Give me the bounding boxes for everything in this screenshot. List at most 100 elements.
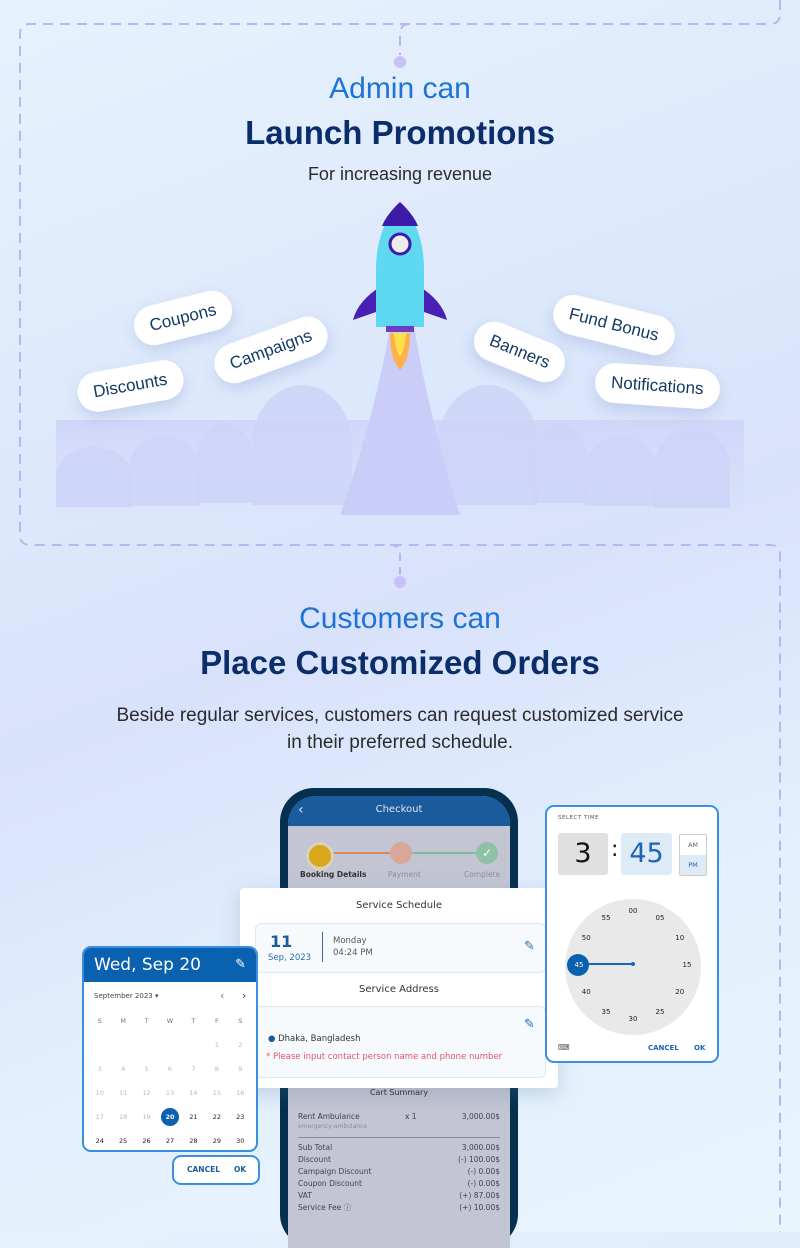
minute-mark[interactable]: 30 [629, 1015, 638, 1023]
empty-cell [111, 1036, 134, 1054]
day-cell[interactable]: 25 [111, 1132, 134, 1150]
minute-mark[interactable]: 35 [602, 1008, 611, 1016]
day-cell[interactable]: 16 [229, 1084, 252, 1102]
minute-mark[interactable]: 20 [675, 988, 684, 996]
day-cell[interactable]: 23 [229, 1108, 252, 1126]
checkout-title: Checkout [375, 804, 423, 815]
summary-value: (-) 100.00$ [458, 1155, 500, 1164]
step-booking-details: Booking Details [300, 870, 367, 879]
schedule-box[interactable]: 11 Sep, 2023 Monday 04:24 PM ✎ [255, 923, 546, 973]
date-picker: Wed, Sep 20 ✎ September 2023 ▾ ‹ › S M T W T… [82, 946, 258, 1152]
day-cell[interactable]: 17 [88, 1108, 111, 1126]
date-cancel-button[interactable]: CANCEL [187, 1165, 220, 1174]
summary-value: (-) 0.00$ [467, 1179, 500, 1188]
day-cell[interactable]: 29 [205, 1132, 228, 1150]
day-cell[interactable]: 3 [88, 1060, 111, 1078]
day-cell[interactable]: 28 [182, 1132, 205, 1150]
weekday-label: T [191, 1017, 196, 1025]
pm-toggle[interactable]: PM [680, 855, 706, 875]
day-cell[interactable]: 27 [158, 1132, 181, 1150]
day-cell[interactable]: 30 [229, 1132, 252, 1150]
time-picker: SELECT TIME 3 : 45 AM PM 00 05 10 15 20 25 30 3… [545, 805, 719, 1063]
day-cell[interactable]: 21 [182, 1108, 205, 1126]
time-separator: : [611, 837, 619, 862]
hour-field[interactable]: 3 [558, 833, 608, 875]
selected-date-header: Wed, Sep 20 [94, 955, 201, 975]
minute-clock-face[interactable]: 00 05 10 15 20 25 30 35 40 45 50 55 [565, 899, 701, 1035]
day-cell[interactable]: 14 [182, 1084, 205, 1102]
tag-notifications: Notifications [593, 361, 721, 411]
day-cell[interactable]: 20 [160, 1108, 179, 1126]
step-complete: Complete [464, 870, 501, 879]
minute-mark[interactable]: 50 [582, 934, 591, 942]
summary-label: Coupon Discount [298, 1179, 362, 1188]
minute-mark[interactable]: 40 [582, 988, 591, 996]
day-cell[interactable]: 26 [135, 1132, 158, 1150]
day-cell[interactable]: 8 [205, 1060, 228, 1078]
summary-row: Coupon Discount (-) 0.00$ [298, 1178, 500, 1190]
minute-mark[interactable]: 45 [575, 961, 584, 969]
service-schedule-title: Service Schedule [355, 900, 443, 911]
minute-mark[interactable]: 10 [675, 934, 684, 942]
address-box[interactable]: ✎ ● Dhaka, Bangladesh * Please input con… [255, 1006, 546, 1078]
minute-mark[interactable]: 05 [656, 914, 665, 922]
day-cell[interactable]: 15 [205, 1084, 228, 1102]
day-cell[interactable]: 2 [229, 1036, 252, 1054]
day-cell[interactable]: 19 [135, 1108, 158, 1126]
time-cancel-button[interactable]: CANCEL [648, 1044, 679, 1052]
checkout-header: ‹ Checkout [288, 796, 510, 826]
day-cell[interactable]: 7 [182, 1060, 205, 1078]
edit-date-icon[interactable]: ✎ [235, 948, 246, 982]
empty-cell [88, 1036, 111, 1054]
connector-dot [394, 56, 406, 68]
edit-schedule-icon[interactable]: ✎ [524, 939, 537, 954]
day-cell[interactable]: 11 [111, 1084, 134, 1102]
cart-summary: Cart Summary Rent Ambulance x 1 3,000.00$ … [288, 1088, 510, 1214]
summary-label: Discount [298, 1155, 331, 1164]
day-cell[interactable]: 13 [158, 1084, 181, 1102]
schedule-day: 11 [270, 932, 293, 951]
complete-step-icon: ✓ [476, 842, 498, 864]
time-ok-button[interactable]: OK [694, 1044, 705, 1052]
day-cell[interactable]: 1 [205, 1036, 228, 1054]
date-ok-button[interactable]: OK [234, 1165, 246, 1174]
item-qty: x 1 [404, 1112, 417, 1121]
section1-subtitle: Admin can [329, 72, 471, 105]
day-cell[interactable]: 22 [205, 1108, 228, 1126]
day-cell[interactable]: 6 [158, 1060, 181, 1078]
day-cell[interactable]: 18 [111, 1108, 134, 1126]
minute-mark[interactable]: 15 [683, 961, 692, 969]
summary-label: Sub Total [298, 1143, 333, 1152]
day-cell[interactable]: 24 [88, 1132, 111, 1150]
day-cell[interactable]: 9 [229, 1060, 252, 1078]
edit-address-icon[interactable]: ✎ [524, 1017, 537, 1032]
day-cell[interactable]: 12 [135, 1084, 158, 1102]
back-arrow-icon[interactable]: ‹ [298, 796, 304, 824]
section2-title: Place Customized Orders [200, 644, 600, 681]
keyboard-icon[interactable]: ⌨ [558, 1043, 570, 1052]
minute-mark[interactable]: 55 [602, 914, 611, 922]
summary-row: VAT (+) 87.00$ [298, 1190, 500, 1202]
day-cell[interactable]: 5 [135, 1060, 158, 1078]
summary-row: Service Fee ⓘ (+) 10.00$ [298, 1202, 500, 1214]
minute-mark[interactable]: 00 [629, 907, 638, 915]
select-time-label: SELECT TIME [558, 815, 600, 821]
minute-field[interactable]: 45 [621, 833, 672, 875]
day-cell[interactable]: 4 [111, 1060, 134, 1078]
summary-value: (-) 0.00$ [467, 1167, 500, 1176]
weekday-label: F [214, 1017, 219, 1025]
minute-mark[interactable]: 25 [656, 1008, 665, 1016]
section2-subtitle: Customers can [299, 602, 501, 635]
month-selector[interactable]: September 2023 ▾ [94, 992, 158, 1000]
am-toggle[interactable]: AM [680, 835, 706, 855]
weekday-label: S [97, 1017, 102, 1025]
calendar-grid: S M T W T F S 1 2 3 4 5 6 7 8 9 10 11 12 13 14 15 16 17 18 19 20 21… [88, 1012, 252, 1150]
section2-description: Beside regular services, customers can r… [116, 705, 684, 753]
clock-center [631, 962, 635, 966]
weekday-label: S [238, 1017, 243, 1025]
day-cell[interactable]: 10 [88, 1084, 111, 1102]
service-address-title: Service Address [359, 984, 439, 995]
next-month-icon[interactable]: › [242, 989, 246, 1002]
prev-month-icon[interactable]: ‹ [220, 989, 224, 1002]
weekday-label: W [166, 1017, 174, 1025]
